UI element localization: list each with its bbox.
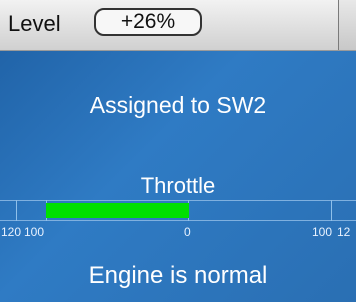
scale-label-zero: 0 <box>184 225 191 239</box>
control-title: Throttle <box>140 173 216 198</box>
bar-tick-left-120 <box>16 200 17 221</box>
header-side-segment <box>338 0 356 50</box>
assigned-switch-text: Assigned to SW2 <box>89 92 267 118</box>
level-label: Level <box>8 11 61 36</box>
scale-label-right-100: 100 <box>312 225 333 239</box>
scale-label-left-120: 120 <box>1 225 22 239</box>
scale-label-right-120: 12 <box>337 225 351 239</box>
scale-label-left-100: 100 <box>24 225 45 239</box>
throttle-bar-fill <box>46 203 189 218</box>
engine-status-text: Engine is normal <box>88 262 268 289</box>
level-value-box[interactable]: +26% <box>94 8 202 36</box>
bar-tick-right-100 <box>331 200 332 221</box>
header-bar: Level +26% <box>0 0 356 51</box>
radio-screen: Level +26% Assigned to SW2 Throttle 120 … <box>0 0 356 302</box>
